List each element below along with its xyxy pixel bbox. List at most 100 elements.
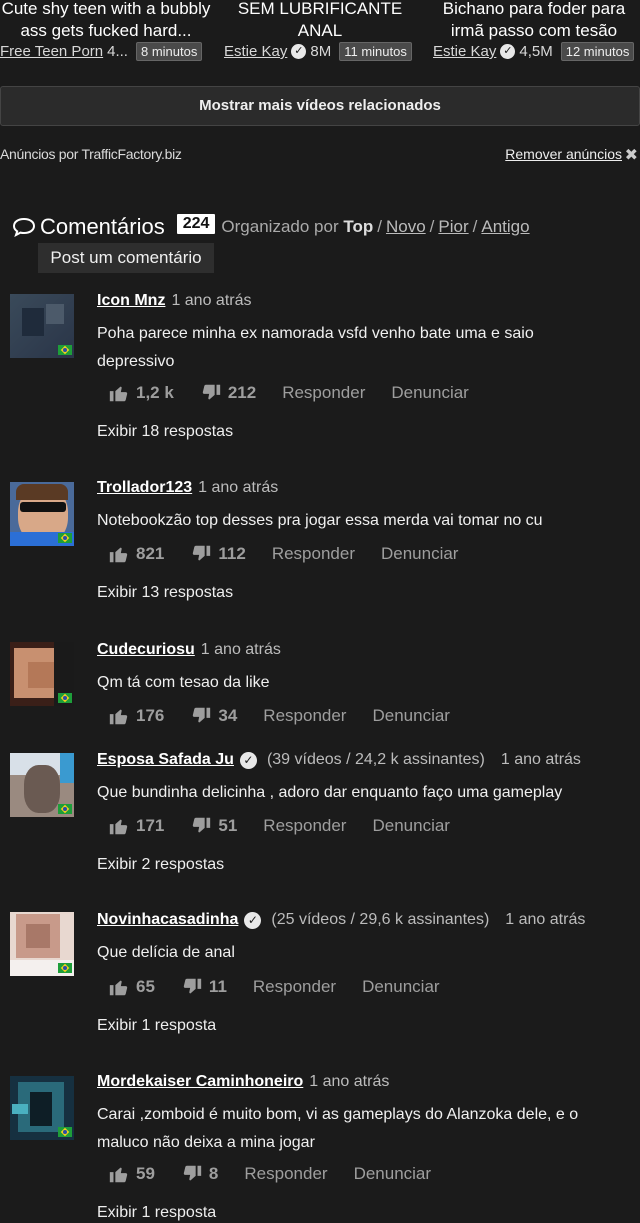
username-link[interactable]: Trollador123 bbox=[97, 479, 192, 497]
thumbs-up-icon bbox=[109, 386, 128, 402]
comment-text: Que delícia de anal bbox=[97, 944, 235, 961]
thumbs-up-icon bbox=[109, 547, 128, 563]
view-count: 8M bbox=[310, 43, 332, 60]
show-replies-link[interactable]: Exibir 1 resposta bbox=[97, 1017, 216, 1035]
avatar[interactable] bbox=[10, 482, 74, 546]
remove-ads-link[interactable]: Remover anúncios bbox=[505, 146, 622, 162]
comment-time: 1 ano atrás bbox=[500, 751, 581, 768]
like-button[interactable]: 1,2 k bbox=[108, 382, 174, 404]
avatar[interactable] bbox=[10, 294, 74, 358]
channel-link[interactable]: Estie Kay bbox=[433, 43, 496, 60]
like-button[interactable]: 171 bbox=[108, 815, 164, 837]
related-video-title[interactable]: Bichano para foder para irmã passo com te… bbox=[428, 0, 640, 42]
sort-new[interactable]: Novo bbox=[386, 217, 426, 236]
dislike-count: 112 bbox=[218, 544, 246, 563]
like-button[interactable]: 176 bbox=[108, 705, 164, 727]
related-video-3[interactable]: Bichano para foder para irmã passo com te… bbox=[428, 0, 640, 61]
dislike-count: 51 bbox=[218, 816, 238, 835]
dislike-button[interactable]: 212 bbox=[200, 382, 256, 404]
report-button[interactable]: Denunciar bbox=[362, 977, 440, 997]
duration-badge: 8 minutos bbox=[135, 42, 203, 61]
sort-worst[interactable]: Pior bbox=[438, 217, 468, 236]
comment-time: 1 ano atrás bbox=[309, 1073, 390, 1090]
username-link[interactable]: Mordekaiser Caminhoneiro bbox=[97, 1073, 303, 1091]
show-replies-link[interactable]: Exibir 1 resposta bbox=[97, 1204, 216, 1222]
brazil-flag-icon bbox=[58, 345, 72, 355]
username-link[interactable]: Icon Mnz bbox=[97, 292, 165, 310]
sort-old[interactable]: Antigo bbox=[481, 217, 529, 236]
dislike-button[interactable]: 51 bbox=[190, 815, 237, 837]
sort-top[interactable]: Top bbox=[343, 217, 373, 236]
related-video-1[interactable]: Cute shy teen with a bubbly ass gets fuck… bbox=[0, 0, 212, 61]
dislike-count: 11 bbox=[208, 977, 227, 996]
verified-check-icon: ✓ bbox=[291, 44, 307, 59]
show-replies-link[interactable]: Exibir 2 respostas bbox=[97, 856, 224, 874]
channel-link[interactable]: Free Teen Porn bbox=[0, 43, 103, 60]
post-comment-button[interactable]: Post um comentário bbox=[38, 243, 214, 273]
show-replies-link[interactable]: Exibir 13 respostas bbox=[97, 584, 233, 602]
sort-label: Organizado por bbox=[221, 217, 339, 236]
related-video-2[interactable]: SEM LUBRIFICANTE ANAL Estie Kay ✓ 8M 11 m… bbox=[214, 0, 426, 61]
comment-text: Poha parece minha ex namorada vsfd venho… bbox=[97, 325, 534, 370]
comment-bubble-icon bbox=[12, 217, 36, 238]
ads-bar: Anúncios por TrafficFactory.biz Remover … bbox=[0, 146, 640, 166]
dislike-button[interactable]: 11 bbox=[181, 976, 227, 998]
like-count: 821 bbox=[136, 544, 165, 563]
view-count: 4... bbox=[107, 43, 128, 60]
thumbs-up-icon bbox=[109, 709, 128, 725]
reply-button[interactable]: Responder bbox=[282, 383, 365, 403]
avatar[interactable] bbox=[10, 642, 74, 706]
like-count: 65 bbox=[136, 977, 155, 996]
dislike-button[interactable]: 34 bbox=[190, 705, 237, 727]
thumbs-down-icon bbox=[183, 978, 202, 994]
user-stats: (39 vídeos / 24,2 k assinantes) bbox=[266, 751, 485, 768]
thumbs-up-icon bbox=[109, 980, 128, 996]
thumbs-down-icon bbox=[193, 707, 211, 723]
comments-title: Comentários bbox=[40, 214, 165, 239]
related-video-meta: Free Teen Porn 4... 8 minutos bbox=[0, 42, 203, 61]
report-button[interactable]: Denunciar bbox=[372, 816, 450, 836]
like-button[interactable]: 821 bbox=[108, 543, 164, 565]
like-button[interactable]: 65 bbox=[108, 976, 155, 998]
show-more-videos-button[interactable]: Mostrar mais vídeos relacionados bbox=[0, 86, 640, 126]
username-link[interactable]: Esposa Safada Ju bbox=[97, 751, 234, 769]
dislike-count: 34 bbox=[218, 706, 238, 725]
related-video-title[interactable]: Cute shy teen with a bubbly ass gets fuck… bbox=[0, 0, 212, 42]
reply-button[interactable]: Responder bbox=[272, 544, 355, 564]
channel-link[interactable]: Estie Kay bbox=[224, 43, 287, 60]
verified-check-icon: ✓ bbox=[244, 911, 262, 929]
report-button[interactable]: Denunciar bbox=[391, 383, 469, 403]
report-button[interactable]: Denunciar bbox=[372, 706, 450, 726]
dislike-button[interactable]: 112 bbox=[190, 543, 246, 565]
avatar[interactable] bbox=[10, 912, 74, 976]
reply-button[interactable]: Responder bbox=[244, 1164, 327, 1184]
comment-text: Que bundinha delicinha , adoro dar enqua… bbox=[97, 784, 563, 801]
comment-text: Qm tá com tesao da like bbox=[97, 674, 270, 691]
view-count: 4,5M bbox=[519, 43, 553, 60]
comment-time: 1 ano atrás bbox=[198, 479, 279, 496]
avatar[interactable] bbox=[10, 1076, 74, 1140]
username-link[interactable]: Novinhacasadinha bbox=[97, 911, 238, 929]
reply-button[interactable]: Responder bbox=[253, 977, 336, 997]
dislike-button[interactable]: 8 bbox=[181, 1163, 218, 1185]
thumbs-down-icon bbox=[183, 1165, 202, 1181]
close-icon[interactable]: ✖ bbox=[625, 145, 638, 165]
reply-button[interactable]: Responder bbox=[263, 816, 346, 836]
comment-time: 1 ano atrás bbox=[200, 641, 281, 658]
report-button[interactable]: Denunciar bbox=[354, 1164, 432, 1184]
comment-count-badge: 224 bbox=[176, 214, 216, 234]
username-link[interactable]: Cudecuriosu bbox=[97, 641, 195, 659]
like-button[interactable]: 59 bbox=[108, 1163, 155, 1185]
comment-time: 1 ano atrás bbox=[505, 911, 586, 928]
brazil-flag-icon bbox=[58, 1127, 72, 1137]
show-replies-link[interactable]: Exibir 18 respostas bbox=[97, 423, 233, 441]
reply-button[interactable]: Responder bbox=[263, 706, 346, 726]
report-button[interactable]: Denunciar bbox=[381, 544, 459, 564]
related-video-meta: Estie Kay ✓ 8M 11 minutos bbox=[224, 42, 412, 61]
brazil-flag-icon bbox=[58, 693, 72, 703]
related-videos: Cute shy teen with a bubbly ass gets fuck… bbox=[0, 0, 640, 70]
related-video-title[interactable]: SEM LUBRIFICANTE ANAL bbox=[214, 0, 426, 42]
sort-options: Organizado por Top / Novo / Pior / Antigo bbox=[221, 217, 530, 236]
verified-check-icon: ✓ bbox=[500, 44, 516, 59]
avatar[interactable] bbox=[10, 753, 74, 817]
